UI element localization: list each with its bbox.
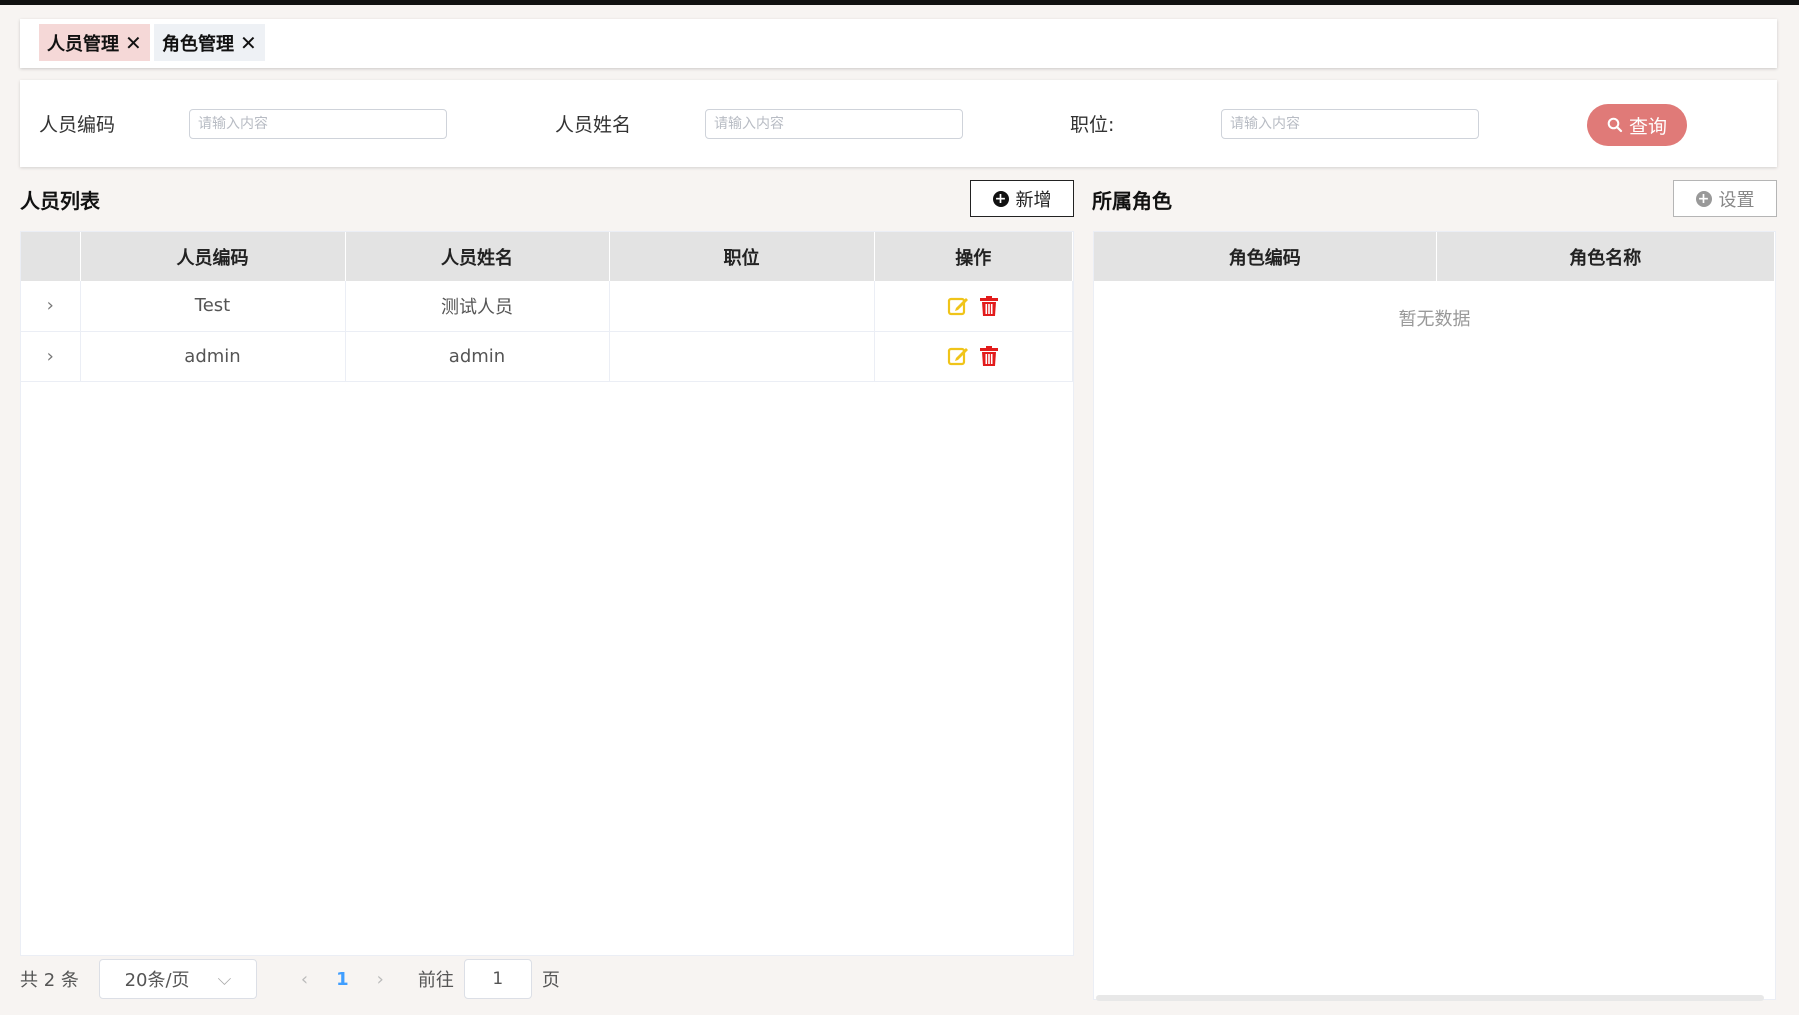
cell-name: 测试人员 [345, 281, 610, 332]
table-row[interactable]: › Test 测试人员 [21, 281, 1073, 332]
table-header-row: 角色编码 角色名称 [1094, 232, 1775, 281]
tab-label: 人员管理 [47, 33, 119, 55]
pagination: 共 2 条 20条/页 ⌵ ‹ 1 › 前往 页 [20, 955, 1074, 1003]
cell-code: Test [80, 281, 346, 332]
add-button[interactable]: + 新增 [970, 180, 1074, 217]
settings-button[interactable]: + 设置 [1673, 180, 1777, 217]
chevron-down-icon: ⌵ [217, 968, 232, 990]
name-search-input[interactable] [705, 109, 963, 139]
current-page[interactable]: 1 [336, 969, 349, 990]
query-button[interactable]: 查询 [1587, 104, 1687, 146]
next-page-icon[interactable]: › [377, 969, 384, 990]
column-header-code: 人员编码 [80, 232, 346, 281]
column-header-actions: 操作 [874, 232, 1073, 281]
close-icon[interactable]: ✕ [125, 31, 142, 55]
personnel-list-title: 人员列表 [20, 189, 100, 213]
settings-label: 设置 [1718, 189, 1755, 211]
total-count: 共 2 条 [20, 970, 79, 991]
personnel-table: 人员编码 人员姓名 职位 操作 › Test 测试人员 › admin admi… [20, 231, 1074, 956]
search-icon [1607, 117, 1623, 133]
query-label: 查询 [1628, 115, 1667, 138]
column-header-role-name: 角色名称 [1436, 232, 1775, 281]
code-label: 人员编码 [39, 114, 116, 136]
page-size-value: 20条/页 [124, 970, 190, 991]
position-label: 职位: [1070, 114, 1115, 136]
goto-label: 前往 [417, 970, 454, 991]
tabs-bar: 人员管理 ✕ 角色管理 ✕ [20, 19, 1777, 68]
page-unit-label: 页 [541, 970, 560, 991]
plus-circle-icon: + [1695, 190, 1712, 207]
search-panel: 人员编码 人员姓名 职位: 查询 [20, 80, 1777, 167]
edit-icon[interactable] [947, 295, 969, 317]
table-header-row: 人员编码 人员姓名 职位 操作 [21, 232, 1073, 281]
roles-table: 角色编码 角色名称 暂无数据 [1093, 231, 1776, 1000]
chevron-right-icon[interactable]: › [47, 295, 54, 316]
prev-page-icon[interactable]: ‹ [301, 969, 308, 990]
goto-page-input[interactable] [463, 959, 532, 999]
column-header-role-code: 角色编码 [1094, 232, 1437, 281]
plus-circle-icon: + [992, 190, 1009, 207]
code-search-input[interactable] [189, 109, 447, 139]
roles-title: 所属角色 [1092, 189, 1172, 213]
name-label: 人员姓名 [555, 114, 632, 136]
page-size-select[interactable]: 20条/页 ⌵ [98, 959, 257, 999]
cell-position [609, 331, 875, 382]
expand-column-header [21, 232, 81, 281]
tab-personnel-management[interactable]: 人员管理 ✕ [39, 24, 150, 61]
tab-label: 角色管理 [162, 33, 234, 55]
tab-role-management[interactable]: 角色管理 ✕ [154, 24, 265, 61]
cell-code: admin [80, 331, 346, 382]
cell-name: admin [345, 331, 610, 382]
window-top-bar [0, 0, 1799, 5]
column-header-name: 人员姓名 [345, 232, 610, 281]
horizontal-scrollbar[interactable] [1096, 995, 1764, 1001]
close-icon[interactable]: ✕ [240, 31, 257, 55]
chevron-right-icon[interactable]: › [47, 346, 54, 367]
column-header-position: 职位 [609, 232, 875, 281]
position-search-input[interactable] [1221, 109, 1479, 139]
table-row[interactable]: › admin admin [21, 331, 1073, 382]
delete-icon[interactable] [979, 295, 999, 317]
add-label: 新增 [1015, 189, 1052, 211]
edit-icon[interactable] [947, 345, 969, 367]
empty-state: 暂无数据 [1398, 309, 1471, 330]
cell-position [609, 281, 875, 332]
delete-icon[interactable] [979, 345, 999, 367]
